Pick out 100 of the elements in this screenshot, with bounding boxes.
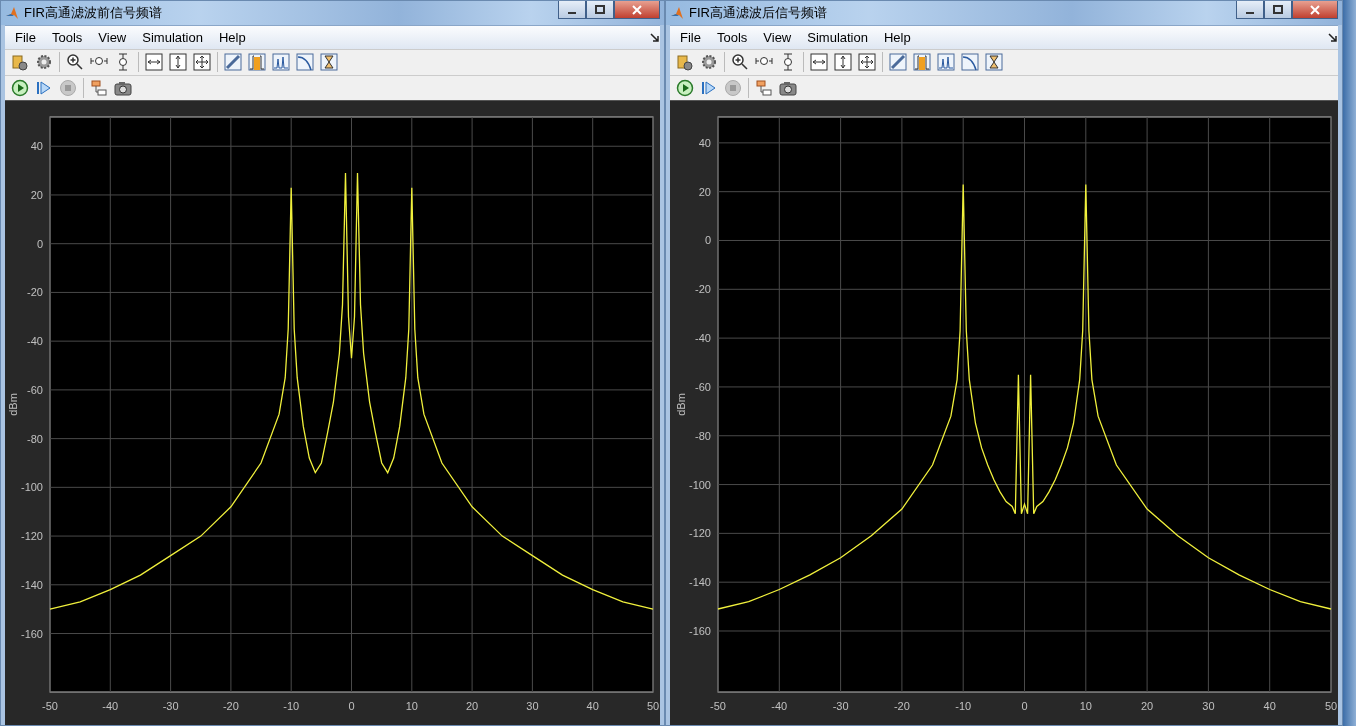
tick-label: 40 [698,136,711,149]
tick-label: 40 [586,700,599,712]
window-title: FIR高通滤波前信号频谱 [24,4,163,23]
axis-label: dBm [7,393,19,416]
gear-icon[interactable] [35,53,53,72]
tick-label: 10 [405,700,418,712]
four-arrows-icon[interactable] [858,53,876,72]
tick-label: -100 [688,478,711,491]
minimize-button[interactable] [558,1,586,19]
spectrum-icon[interactable] [937,53,955,72]
tick-label: -120 [20,530,43,543]
minimize-button[interactable] [1236,1,1264,19]
maximize-button[interactable] [586,1,614,19]
tick-label: 50 [646,700,660,712]
tick-label: -120 [688,527,711,540]
tick-label: 40 [1263,700,1276,712]
minimize-icon [568,11,576,14]
tick-label: -50 [710,700,726,712]
tick-label: -160 [688,625,711,637]
close-icon [1310,4,1320,15]
menu-item[interactable]: Simulation [134,30,211,46]
horizontal-arrows-icon[interactable] [810,53,828,72]
play-icon[interactable] [676,78,694,97]
axis-label: dBm [675,393,687,416]
tick-label: 20 [1140,700,1154,712]
tick-label: -40 [695,332,711,345]
bar-peak-icon[interactable] [248,53,266,72]
tick-label: -60 [27,383,43,396]
tick-label: -40 [771,700,788,712]
tick-label: -80 [695,429,711,442]
tick-label: -10 [283,700,300,712]
blocks-icon[interactable] [90,78,108,97]
menu-item[interactable]: Help [875,30,919,46]
vertical-arrows-icon[interactable] [834,53,852,72]
ruler-icon[interactable] [889,53,907,72]
blocks-icon[interactable] [755,78,773,97]
tick-label: 0 [704,234,711,247]
tick-label: -30 [832,700,849,712]
menu-item[interactable]: Tools [43,30,91,46]
undock-arrow-icon[interactable] [1328,32,1338,43]
close-button[interactable] [1292,1,1338,19]
tick-label: -20 [222,700,239,712]
menu-item[interactable]: File [672,30,709,46]
step-forward-icon[interactable] [700,78,718,97]
gear-icon[interactable] [700,53,718,72]
zoom-in-icon[interactable] [731,53,749,72]
tick-label: -60 [695,380,711,393]
zoom-in-icon[interactable] [66,53,84,72]
tick-label: -140 [688,576,711,589]
tick-label: -100 [20,481,43,494]
close-icon [632,4,642,15]
maximize-icon [1273,4,1283,15]
window-title: FIR高通滤波后信号频谱 [689,4,828,23]
ruler-icon[interactable] [224,53,242,72]
tick-label: -40 [27,335,43,348]
tick-label: -50 [42,700,58,712]
horizontal-arrows-icon[interactable] [145,53,163,72]
spectrum-icon[interactable] [272,53,290,72]
hourglass-icon[interactable] [985,53,1003,72]
curve-icon[interactable] [296,53,314,72]
play-icon[interactable] [11,78,29,97]
tick-label: -20 [695,283,711,296]
tick-label: -20 [893,700,910,712]
tick-label: 20 [30,188,43,201]
menu-item[interactable]: Help [210,30,254,46]
tick-label: -80 [27,432,43,445]
close-button[interactable] [614,1,660,19]
tick-label: -160 [20,627,43,640]
menu-item[interactable]: View [755,30,800,46]
undock-arrow-icon[interactable] [650,32,660,43]
menu-item[interactable]: View [90,30,135,46]
tick-label: -30 [162,700,179,712]
maximize-icon [595,4,605,15]
minimize-icon [1246,11,1254,14]
tick-label: 20 [466,700,479,712]
tick-label: 0 [1021,700,1028,712]
tick-label: 30 [526,700,539,712]
bar-peak-icon[interactable] [913,53,931,72]
tick-label: 0 [36,237,43,250]
tick-label: 40 [30,140,43,153]
menu-item[interactable]: Simulation [799,30,876,46]
tick-label: 0 [348,700,355,712]
tick-label: -140 [20,578,43,591]
four-arrows-icon[interactable] [193,53,211,72]
menu-item[interactable]: Tools [708,30,756,46]
menu-item[interactable]: File [7,30,44,46]
tick-label: 10 [1079,700,1092,712]
vertical-arrows-icon[interactable] [169,53,187,72]
tick-label: -40 [102,700,119,712]
tick-label: 50 [1324,700,1338,712]
tick-label: -10 [955,700,972,712]
curve-icon[interactable] [961,53,979,72]
tick-label: 30 [1202,700,1215,712]
settings-folder-icon[interactable] [676,53,694,72]
settings-folder-icon[interactable] [11,53,29,72]
maximize-button[interactable] [1264,1,1292,19]
tick-label: -20 [27,286,43,299]
tick-label: 20 [698,185,711,198]
hourglass-icon[interactable] [320,53,338,72]
step-forward-icon[interactable] [35,78,53,97]
